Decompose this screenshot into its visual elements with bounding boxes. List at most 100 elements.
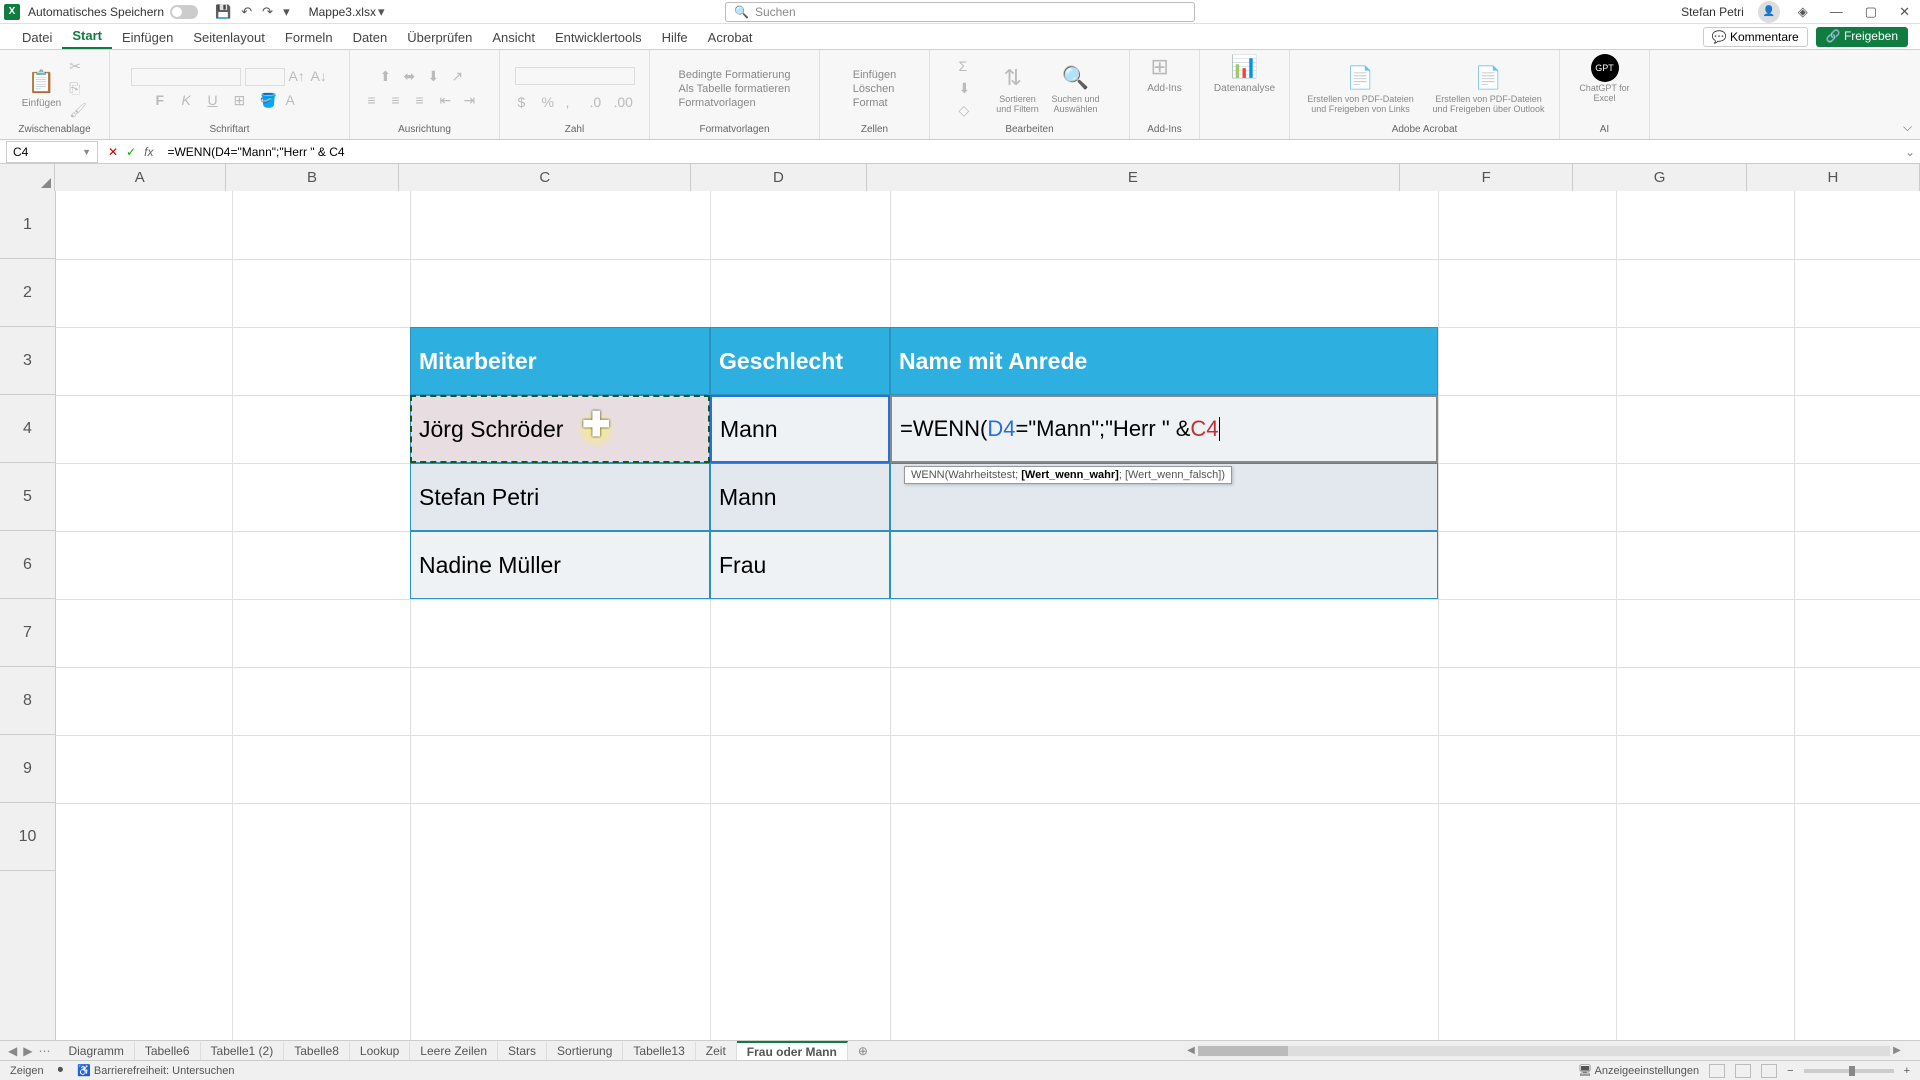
tab-daten[interactable]: Daten <box>343 26 398 49</box>
sheet-tab-tabelle13[interactable]: Tabelle13 <box>623 1042 695 1060</box>
cut-icon[interactable]: ✂ <box>69 58 87 76</box>
scroll-left-icon[interactable]: ◀ <box>1184 1045 1198 1056</box>
tab-formeln[interactable]: Formeln <box>275 26 343 49</box>
header-anrede[interactable]: Name mit Anrede <box>890 327 1438 395</box>
font-shrink-icon[interactable]: A↓ <box>311 68 329 86</box>
font-grow-icon[interactable]: A↑ <box>289 68 307 86</box>
align-right-icon[interactable]: ≡ <box>416 92 434 110</box>
acrobat-pdf-link-icon[interactable]: 📄 <box>1347 65 1375 93</box>
fill-color-icon[interactable]: 🪣 <box>260 92 278 110</box>
currency-icon[interactable]: $ <box>518 94 536 112</box>
cell-c5[interactable]: Stefan Petri <box>410 463 710 531</box>
comma-icon[interactable]: , <box>566 94 584 112</box>
col-header-d[interactable]: D <box>691 164 866 191</box>
cell-d6[interactable]: Frau <box>710 531 890 599</box>
acrobat-pdf-outlook-icon[interactable]: 📄 <box>1475 65 1503 93</box>
bold-icon[interactable]: F <box>156 92 174 110</box>
header-mitarbeiter[interactable]: Mitarbeiter <box>410 327 710 395</box>
data-analysis-icon[interactable]: 📊 <box>1231 54 1259 82</box>
close-button[interactable]: ✕ <box>1895 4 1914 20</box>
tab-prev-icon[interactable]: ◀ <box>8 1044 17 1058</box>
user-name[interactable]: Stefan Petri <box>1681 5 1744 19</box>
find-select-icon[interactable]: 🔍 <box>1062 65 1090 93</box>
diamond-icon[interactable]: ◈ <box>1794 4 1812 20</box>
search-box[interactable]: 🔍 Suchen <box>725 2 1195 22</box>
row-header-5[interactable]: 5 <box>0 463 55 531</box>
formula-cancel-icon[interactable]: ✕ <box>108 145 118 159</box>
doc-dropdown-icon[interactable]: ▾ <box>378 4 385 20</box>
formula-expand-icon[interactable]: ⌄ <box>1900 145 1920 159</box>
document-name[interactable]: Mappe3.xlsx <box>309 5 376 19</box>
border-icon[interactable]: ⊞ <box>234 92 252 110</box>
addins-icon[interactable]: ⊞ <box>1151 54 1179 82</box>
row-header-2[interactable]: 2 <box>0 259 55 327</box>
cell-styles-button[interactable]: Formatvorlagen <box>679 97 756 109</box>
underline-icon[interactable]: U <box>208 92 226 110</box>
view-normal-icon[interactable] <box>1709 1064 1725 1078</box>
percent-icon[interactable]: % <box>542 94 560 112</box>
sheet-tab-tabelle8[interactable]: Tabelle8 <box>284 1042 350 1060</box>
sort-filter-icon[interactable]: ⇅ <box>1004 65 1032 93</box>
sheet-tab-lookup[interactable]: Lookup <box>350 1042 410 1060</box>
align-bot-icon[interactable]: ⬇ <box>428 68 446 86</box>
row-header-8[interactable]: 8 <box>0 667 55 735</box>
col-header-c[interactable]: C <box>399 164 691 191</box>
function-tooltip[interactable]: WENN(Wahrheitstest; [Wert_wenn_wahr]; [W… <box>904 466 1232 484</box>
chatgpt-icon[interactable]: GPT <box>1591 54 1619 82</box>
scroll-thumb[interactable] <box>1198 1046 1288 1056</box>
scroll-right-icon[interactable]: ▶ <box>1890 1045 1904 1056</box>
tab-more-icon[interactable]: ⋯ <box>38 1044 50 1058</box>
sheet-tab-tabelle6[interactable]: Tabelle6 <box>135 1042 201 1060</box>
cell-d5[interactable]: Mann <box>710 463 890 531</box>
add-sheet-button[interactable]: ⊕ <box>848 1044 878 1058</box>
formula-bar-input[interactable]: =WENN(D4="Mann";"Herr " & C4 <box>163 145 1900 159</box>
row-header-3[interactable]: 3 <box>0 327 55 395</box>
select-all-corner[interactable] <box>0 164 55 191</box>
view-layout-icon[interactable] <box>1735 1064 1751 1078</box>
cells-delete-button[interactable]: Löschen <box>853 83 895 95</box>
accessibility-status[interactable]: ♿ Barrierefreiheit: Untersuchen <box>77 1064 234 1077</box>
formula-confirm-icon[interactable]: ✓ <box>126 145 136 159</box>
sheet-tab-tabelle1-2[interactable]: Tabelle1 (2) <box>201 1042 285 1060</box>
tab-hilfe[interactable]: Hilfe <box>652 26 698 49</box>
header-geschlecht[interactable]: Geschlecht <box>710 327 890 395</box>
clear-icon[interactable]: ◇ <box>959 102 977 120</box>
tab-seitenlayout[interactable]: Seitenlayout <box>183 26 275 49</box>
align-center-icon[interactable]: ≡ <box>392 92 410 110</box>
fx-icon[interactable]: fx <box>144 145 153 159</box>
col-header-e[interactable]: E <box>867 164 1401 191</box>
ribbon-collapse-icon[interactable]: ⌵ <box>1903 120 1912 135</box>
col-header-g[interactable]: G <box>1573 164 1746 191</box>
zoom-out-icon[interactable]: − <box>1787 1065 1793 1077</box>
italic-icon[interactable]: K <box>182 92 200 110</box>
align-top-icon[interactable]: ⬆ <box>380 68 398 86</box>
maximize-button[interactable]: ▢ <box>1861 4 1881 20</box>
dec-dec-icon[interactable]: .00 <box>614 94 632 112</box>
row-header-6[interactable]: 6 <box>0 531 55 599</box>
row-header-9[interactable]: 9 <box>0 735 55 803</box>
row-header-7[interactable]: 7 <box>0 599 55 667</box>
col-header-a[interactable]: A <box>55 164 226 191</box>
cond-format-button[interactable]: Bedingte Formatierung <box>679 69 791 81</box>
col-header-h[interactable]: H <box>1747 164 1920 191</box>
orientation-icon[interactable]: ↗ <box>452 68 470 86</box>
copy-icon[interactable]: ⎘ <box>69 80 87 98</box>
display-settings[interactable]: 🖥 Anzeigeeinstellungen <box>1578 1064 1699 1077</box>
qat-dropdown-icon[interactable]: ▾ <box>283 4 290 20</box>
align-left-icon[interactable]: ≡ <box>368 92 386 110</box>
col-header-b[interactable]: B <box>226 164 399 191</box>
save-icon[interactable]: 💾 <box>215 4 231 20</box>
zoom-in-icon[interactable]: + <box>1904 1065 1910 1077</box>
sheet-tab-sortierung[interactable]: Sortierung <box>547 1042 623 1060</box>
tab-ueberpruefen[interactable]: Überprüfen <box>397 26 482 49</box>
autosum-icon[interactable]: Σ <box>959 58 977 76</box>
cell-grid[interactable]: Mitarbeiter Geschlecht Name mit Anrede J… <box>56 191 1920 1040</box>
sheet-tab-leere-zeilen[interactable]: Leere Zeilen <box>410 1042 498 1060</box>
tab-einfuegen[interactable]: Einfügen <box>112 26 183 49</box>
tab-start[interactable]: Start <box>62 24 112 49</box>
view-break-icon[interactable] <box>1761 1064 1777 1078</box>
indent-dec-icon[interactable]: ⇤ <box>440 92 458 110</box>
user-avatar-icon[interactable]: 👤 <box>1758 1 1780 23</box>
indent-inc-icon[interactable]: ⇥ <box>464 92 482 110</box>
cell-c6[interactable]: Nadine Müller <box>410 531 710 599</box>
